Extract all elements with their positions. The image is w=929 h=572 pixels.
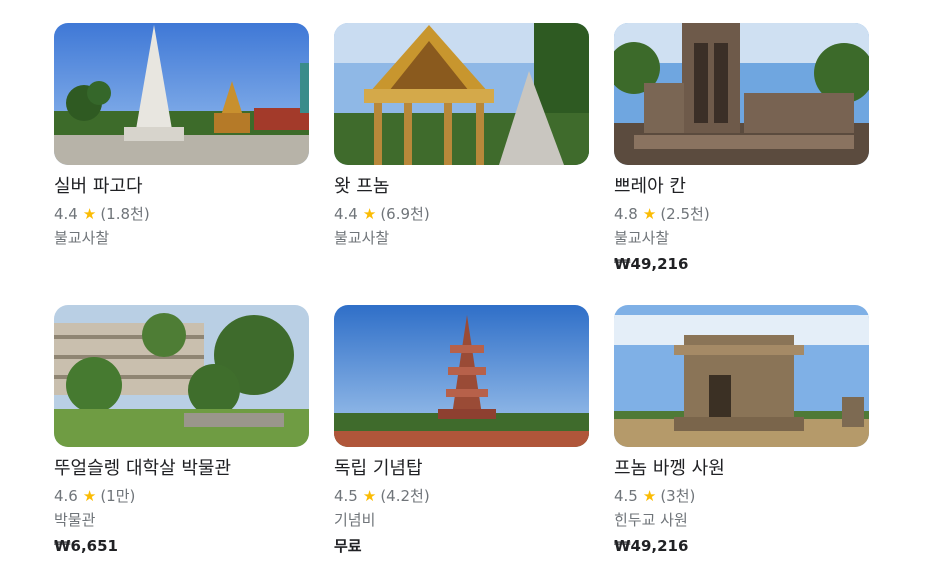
rating-row: 4.4 ★ (1.8천) [54,204,309,224]
rating-row: 4.6 ★ (1만) [54,486,309,506]
place-card-preah-khan[interactable]: 쁘레아 칸 4.8 ★ (2.5천) 불교사찰 ₩49,216 [614,23,869,274]
star-icon: ★ [82,487,97,505]
place-title[interactable]: 독립 기념탑 [334,457,589,481]
place-title[interactable]: 뚜얼슬렝 대학살 박물관 [54,457,309,481]
rating-row: 4.5 ★ (3천) [614,486,869,506]
place-photo[interactable] [334,23,589,165]
place-category: 박물관 [54,511,96,529]
place-card-independence-monument[interactable]: 독립 기념탑 4.5 ★ (4.2천) 기념비 무료 [334,305,589,556]
place-photo[interactable] [614,23,869,165]
place-category: 기념비 [334,511,376,529]
admission-price: ₩6,651 [54,537,118,555]
place-category: 불교사찰 [614,229,670,247]
place-title[interactable]: 실버 파고다 [54,175,309,199]
place-title[interactable]: 왓 프놈 [334,175,589,199]
review-count: (6.9천) [380,205,430,223]
star-icon: ★ [362,205,377,223]
rating-value: 4.4 [54,205,78,223]
place-title[interactable]: 쁘레아 칸 [614,175,869,199]
star-icon: ★ [642,487,657,505]
place-category: 불교사찰 [334,229,390,247]
rating-row: 4.8 ★ (2.5천) [614,204,869,224]
rating-value: 4.5 [614,487,638,505]
place-card-silver-pagoda[interactable]: 실버 파고다 4.4 ★ (1.8천) 불교사찰 [54,23,309,248]
review-count: (4.2천) [380,487,430,505]
place-card-phnom-bakheng[interactable]: 프놈 바껭 사원 4.5 ★ (3천) 힌두교 사원 ₩49,216 [614,305,869,556]
rating-value: 4.6 [54,487,78,505]
admission-price: ₩49,216 [614,255,689,273]
rating-value: 4.4 [334,205,358,223]
place-card-tuol-sleng-museum[interactable]: 뚜얼슬렝 대학살 박물관 4.6 ★ (1만) 박물관 ₩6,651 [54,305,309,556]
rating-row: 4.5 ★ (4.2천) [334,486,589,506]
star-icon: ★ [642,205,657,223]
star-icon: ★ [82,205,97,223]
place-category: 힌두교 사원 [614,511,688,529]
review-count: (1만) [100,487,136,505]
review-count: (3천) [660,487,696,505]
admission-price: ₩49,216 [614,537,689,555]
admission-price: 무료 [334,537,362,555]
review-count: (2.5천) [660,205,710,223]
rating-row: 4.4 ★ (6.9천) [334,204,589,224]
place-photo[interactable] [54,23,309,165]
place-category: 불교사찰 [54,229,110,247]
rating-value: 4.5 [334,487,358,505]
place-photo[interactable] [54,305,309,447]
attractions-grid: 실버 파고다 4.4 ★ (1.8천) 불교사찰 왓 프놈 4.4 ★ (6.9… [0,0,929,572]
place-card-wat-phnom[interactable]: 왓 프놈 4.4 ★ (6.9천) 불교사찰 [334,23,589,248]
place-title[interactable]: 프놈 바껭 사원 [614,457,869,481]
review-count: (1.8천) [100,205,150,223]
place-photo[interactable] [334,305,589,447]
place-photo[interactable] [614,305,869,447]
star-icon: ★ [362,487,377,505]
rating-value: 4.8 [614,205,638,223]
